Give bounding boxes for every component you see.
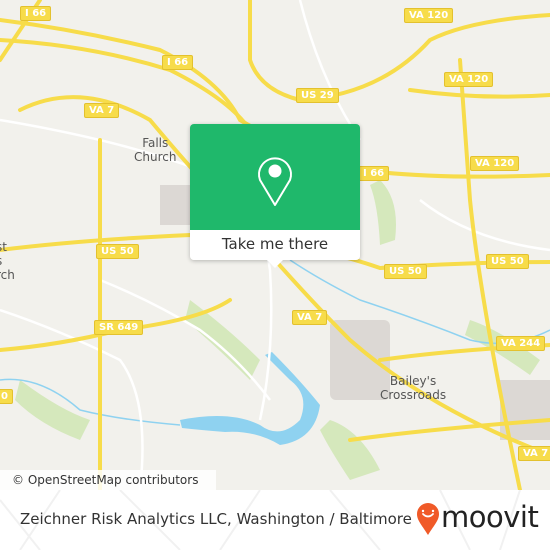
- moovit-wordmark: moovit: [441, 500, 539, 534]
- road-shield: US 50: [486, 254, 529, 269]
- road-shield: US 50: [96, 244, 139, 259]
- road-shield: VA 7: [518, 446, 550, 461]
- map-attribution[interactable]: © OpenStreetMap contributors: [0, 470, 216, 490]
- take-me-there-button[interactable]: Take me there: [190, 230, 360, 260]
- map[interactable]: I 66 I 66 VA 120 US 29 VA 120 VA 7 I 66 …: [0, 0, 550, 490]
- road-shield: 0: [0, 389, 13, 404]
- road-shield: SR 649: [94, 320, 144, 335]
- place-label: st s rch: [0, 240, 15, 282]
- popup-pointer: [267, 260, 283, 268]
- road-shield: US 29: [296, 88, 339, 103]
- road-shield: VA 120: [404, 8, 454, 23]
- road-shield: VA 120: [470, 156, 520, 171]
- road-shield: VA 244: [496, 336, 546, 351]
- place-label: Bailey's Crossroads: [380, 374, 447, 402]
- take-me-there-popup[interactable]: Take me there: [190, 124, 360, 268]
- place-label: Falls Church: [134, 136, 177, 164]
- road-shield: I 66: [358, 166, 390, 181]
- road-shield: I 66: [20, 6, 52, 21]
- road-shield: VA 7: [84, 103, 120, 118]
- road-shield: I 66: [162, 55, 194, 70]
- moovit-pin-icon: [417, 503, 439, 535]
- road-shield: US 50: [384, 264, 427, 279]
- road-shield: VA 7: [292, 310, 328, 325]
- road-shield: VA 120: [444, 72, 494, 87]
- place-title: Zeichner Risk Analytics LLC, Washington …: [20, 510, 412, 528]
- moovit-logo: moovit: [415, 500, 539, 536]
- map-pin-icon: [258, 157, 292, 206]
